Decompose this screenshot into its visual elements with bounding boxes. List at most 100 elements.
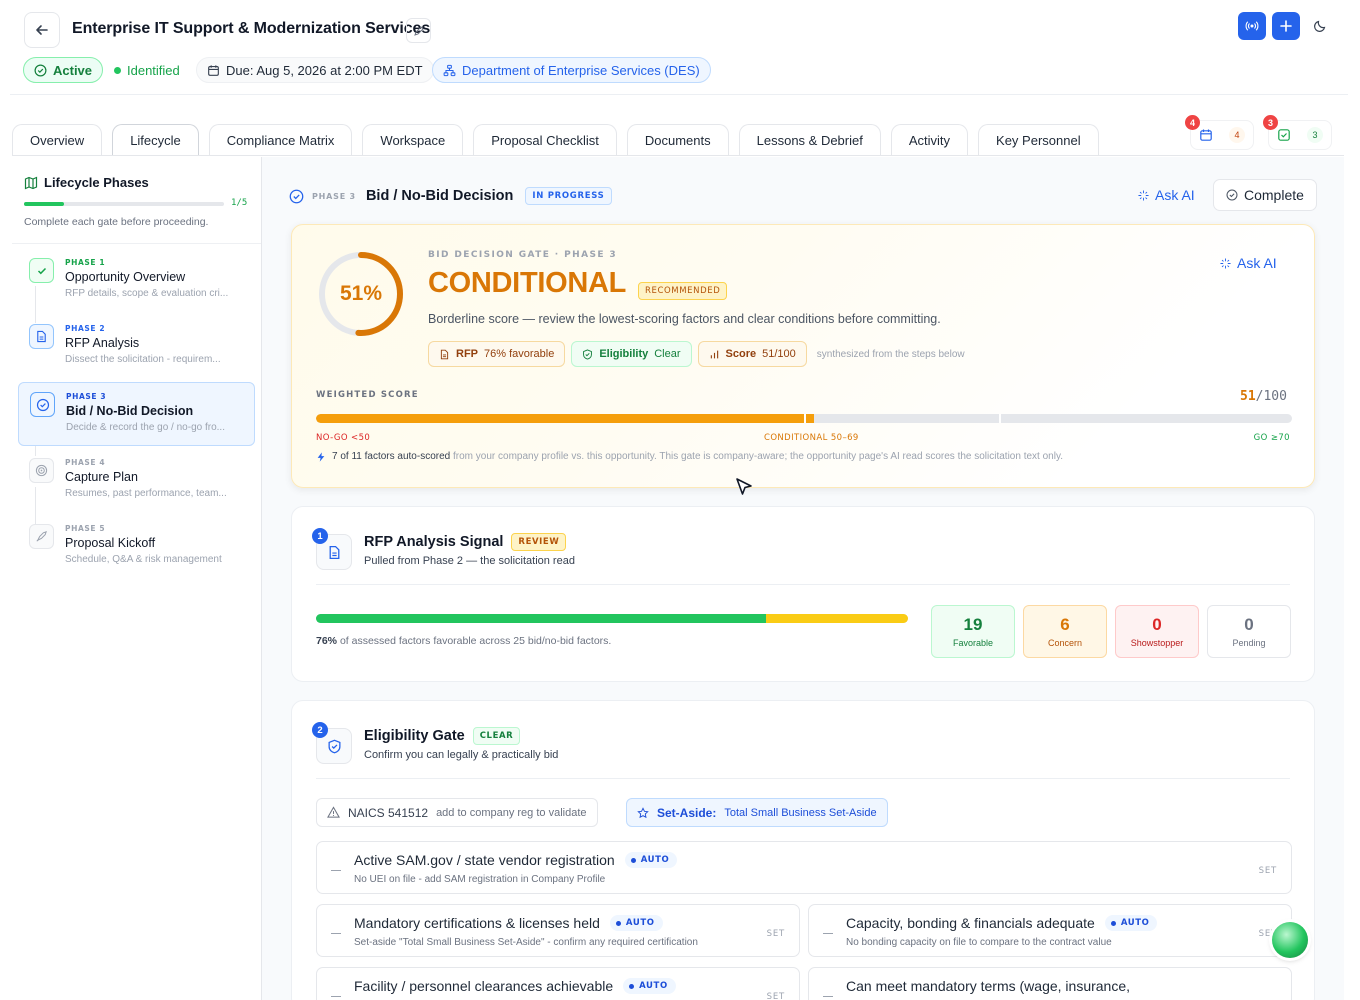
set-button[interactable]: SET bbox=[767, 992, 785, 1000]
phases-progress-label: 1/5 bbox=[231, 198, 248, 208]
row-description: No UEI on file - add SAM registration in… bbox=[354, 874, 606, 885]
checklist-tasks-button[interactable]: 3 3 bbox=[1263, 115, 1332, 150]
tab-lifecycle[interactable]: Lifecycle bbox=[112, 124, 199, 156]
phase-description: Dissect the solicitation - requirem... bbox=[65, 354, 221, 365]
eligibility-signal-chip[interactable]: Eligibility Clear bbox=[571, 341, 692, 367]
rfp-chip-label: RFP bbox=[456, 348, 478, 360]
review-badge: REVIEW bbox=[511, 533, 567, 551]
row-title-text: Active SAM.gov / state vendor registrati… bbox=[354, 852, 615, 868]
moon-icon bbox=[1314, 20, 1326, 32]
set-aside-chip[interactable]: Set-Aside: Total Small Business Set-Asid… bbox=[626, 798, 888, 827]
tab-overview[interactable]: Overview bbox=[12, 124, 103, 156]
status-identified-badge[interactable]: Identified bbox=[104, 57, 190, 83]
card-divider bbox=[316, 778, 1290, 779]
back-button[interactable] bbox=[24, 12, 60, 48]
theme-toggle-button[interactable] bbox=[1306, 12, 1334, 40]
stat-showstopper[interactable]: 0 Showstopper bbox=[1115, 605, 1199, 658]
calendar-tasks-button[interactable]: 4 4 bbox=[1185, 115, 1254, 150]
rfp-analysis-card: 1 RFP Analysis Signal REVIEW Pulled from… bbox=[291, 506, 1315, 682]
broadcast-icon bbox=[1245, 21, 1259, 31]
tab-compliance-matrix[interactable]: Compliance Matrix bbox=[208, 124, 353, 156]
tab-lessons-debrief[interactable]: Lessons & Debrief bbox=[738, 124, 881, 156]
eligibility-row-clearances[interactable]: Facility / personnel clearances achievab… bbox=[316, 967, 800, 1000]
rfp-signal-chip[interactable]: RFP 76% favorable bbox=[428, 341, 566, 367]
sidebar-title-label: Lifecycle Phases bbox=[44, 175, 149, 190]
stat-pending[interactable]: 0 Pending bbox=[1207, 605, 1291, 658]
tab-workspace[interactable]: Workspace bbox=[362, 124, 464, 156]
add-button[interactable] bbox=[1272, 12, 1300, 40]
tab-documents[interactable]: Documents bbox=[626, 124, 729, 156]
broadcast-button[interactable] bbox=[1238, 12, 1266, 40]
phase-description: Schedule, Q&A & risk management bbox=[65, 554, 222, 565]
bid-decision-gate-card: 51% BID DECISION GATE · PHASE 3 CONDITIO… bbox=[291, 224, 1315, 488]
sidebar-phase-3[interactable]: PHASE 3 Bid / No-Bid Decision Decide & r… bbox=[18, 382, 255, 446]
tab-underline bbox=[12, 155, 1344, 156]
favorability-note: 76% of assessed factors favorable across… bbox=[316, 635, 611, 647]
check-circle-icon bbox=[34, 64, 47, 76]
eligibility-row-mandatory-terms[interactable]: Can meet mandatory terms (wage, insuranc… bbox=[808, 967, 1292, 1000]
auto-scored-explanation: from your company profile vs. this oppor… bbox=[453, 451, 1063, 462]
eligibility-subtitle: Confirm you can legally & practically bi… bbox=[364, 749, 559, 761]
complete-label: Complete bbox=[1244, 187, 1304, 203]
phase-name: RFP Analysis bbox=[65, 336, 140, 350]
phase-description: RFP details, scope & evaluation cri... bbox=[65, 288, 229, 299]
sidebar-phase-4[interactable]: PHASE 4 Capture Plan Resumes, past perfo… bbox=[18, 449, 255, 513]
gate-ask-ai-button[interactable]: Ask AI bbox=[1220, 255, 1277, 271]
row-title-text: Capacity, bonding & financials adequate bbox=[846, 915, 1095, 931]
complete-button[interactable]: Complete bbox=[1213, 179, 1317, 211]
lifecycle-sidebar: Lifecycle Phases 1/5 Complete each gate … bbox=[12, 157, 262, 1000]
stat-label: Pending bbox=[1232, 638, 1266, 648]
gate-note: Borderline score — review the lowest-sco… bbox=[428, 312, 941, 326]
assistant-orb-button[interactable] bbox=[1272, 922, 1308, 958]
favorability-bar bbox=[316, 614, 908, 623]
tab-proposal-checklist[interactable]: Proposal Checklist bbox=[473, 124, 617, 156]
check-circle-icon bbox=[289, 189, 304, 203]
phase-2-status bbox=[29, 324, 54, 349]
auto-label: AUTO bbox=[640, 855, 670, 865]
tab-bar: Overview Lifecycle Compliance Matrix Wor… bbox=[12, 124, 1099, 156]
phase-number: PHASE 1 bbox=[65, 258, 106, 267]
eligibility-row-sam[interactable]: Active SAM.gov / state vendor registrati… bbox=[316, 841, 1292, 894]
stat-favorable[interactable]: 19 Favorable bbox=[931, 605, 1015, 658]
sidebar-phase-1[interactable]: PHASE 1 Opportunity Overview RFP details… bbox=[18, 249, 255, 313]
clear-badge: CLEAR bbox=[472, 727, 521, 745]
naics-chip[interactable]: NAICS 541512 add to company reg to valid… bbox=[316, 798, 598, 827]
rfp-title-text: RFP Analysis Signal bbox=[364, 534, 504, 550]
tab-activity[interactable]: Activity bbox=[890, 124, 969, 156]
sidebar-phase-5[interactable]: PHASE 5 Proposal Kickoff Schedule, Q&A &… bbox=[18, 515, 255, 579]
document-icon bbox=[37, 330, 46, 343]
map-icon bbox=[24, 176, 38, 189]
status-identified-label: Identified bbox=[127, 62, 180, 78]
due-date-badge[interactable]: Due: Aug 5, 2026 at 2:00 PM EDT bbox=[196, 57, 434, 83]
segment-nogo-label: NO-GO <50 bbox=[316, 433, 371, 443]
auto-tag: AUTO bbox=[1104, 915, 1158, 931]
unset-marker bbox=[331, 870, 341, 871]
row-title: Can meet mandatory terms (wage, insuranc… bbox=[846, 978, 1130, 994]
agency-badge[interactable]: Department of Enterprise Services (DES) bbox=[432, 57, 711, 83]
pencil-icon bbox=[413, 25, 424, 36]
sidebar-title: Lifecycle Phases bbox=[24, 175, 149, 190]
phase-title: Bid / No-Bid Decision bbox=[365, 188, 514, 204]
phase-description: Resumes, past performance, team... bbox=[65, 488, 227, 499]
gate-verdict: CONDITIONAL bbox=[428, 267, 627, 299]
phases-progress-bar bbox=[24, 202, 224, 206]
eligibility-title: Eligibility Gate CLEAR bbox=[364, 727, 521, 745]
score-signal-chip[interactable]: Score 51/100 bbox=[697, 341, 807, 367]
tab-key-personnel[interactable]: Key Personnel bbox=[978, 124, 1099, 156]
card-divider bbox=[316, 584, 1290, 585]
edit-title-button[interactable] bbox=[406, 18, 431, 43]
eligibility-row-certifications[interactable]: Mandatory certifications & licenses held… bbox=[316, 904, 800, 957]
segment-conditional-label: CONDITIONAL 50–69 bbox=[764, 433, 859, 443]
sidebar-phase-2[interactable]: PHASE 2 RFP Analysis Dissect the solicit… bbox=[18, 315, 255, 379]
eligibility-row-capacity[interactable]: Capacity, bonding & financials adequate … bbox=[808, 904, 1292, 957]
ask-ai-button[interactable]: Ask AI bbox=[1138, 187, 1195, 203]
stat-concern[interactable]: 6 Concern bbox=[1023, 605, 1107, 658]
calendar-icon bbox=[1200, 129, 1212, 141]
set-button[interactable]: SET bbox=[1259, 866, 1277, 876]
target-icon bbox=[35, 464, 48, 477]
sparkle-icon bbox=[1138, 189, 1149, 201]
set-button[interactable]: SET bbox=[767, 929, 785, 939]
stat-value: 0 bbox=[1244, 615, 1254, 634]
status-active-badge[interactable]: Active bbox=[23, 57, 104, 83]
concern-segment bbox=[765, 614, 908, 623]
